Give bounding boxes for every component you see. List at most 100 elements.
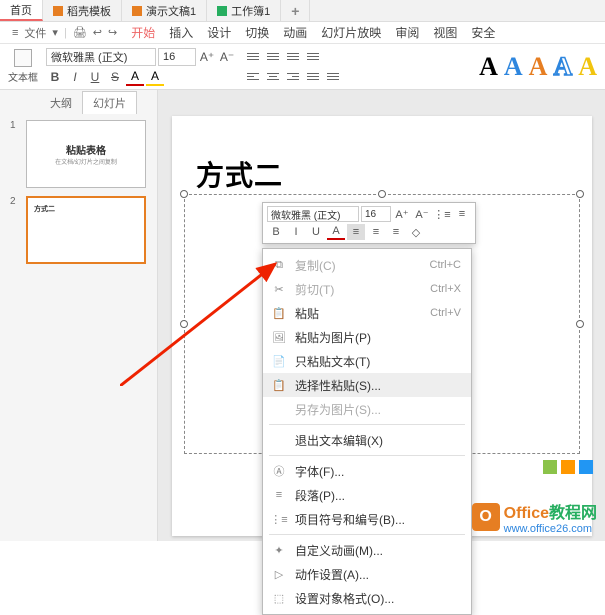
tab-template[interactable]: 稻壳模板	[43, 0, 122, 21]
ctx-font[interactable]: Ⓐ 字体(F)...	[263, 459, 471, 483]
indent-inc-button[interactable]	[304, 48, 322, 66]
menu-anim[interactable]: 动画	[283, 24, 307, 41]
mini-underline[interactable]: U	[307, 224, 325, 240]
font-name-select[interactable]: 微软雅黑 (正文)	[46, 48, 156, 66]
plus-icon: +	[291, 3, 299, 19]
highlight-button[interactable]: A	[146, 68, 164, 86]
textbox-button[interactable]: 文本框	[8, 49, 38, 84]
ctx-custom-anim[interactable]: ✦ 自定义动画(M)...	[263, 538, 471, 562]
mini-italic[interactable]: I	[287, 224, 305, 240]
menu-view[interactable]: 视图	[433, 24, 457, 41]
ctx-cut[interactable]: ✂ 剪切(T) Ctrl+X	[263, 277, 471, 301]
tab-template-label: 稻壳模板	[67, 3, 111, 19]
textbox-label: 文本框	[8, 69, 38, 84]
tool-icon-2[interactable]	[561, 460, 575, 474]
wordart-style-3[interactable]: A	[529, 52, 548, 82]
thumbnail-2[interactable]: 2 方式二	[10, 196, 147, 264]
presentation-icon	[132, 6, 142, 16]
font-size-select[interactable]: 16	[158, 48, 196, 66]
resize-handle-e[interactable]	[576, 320, 584, 328]
menu-start[interactable]: 开始	[131, 24, 155, 41]
anim-icon: ✦	[271, 542, 287, 558]
mini-bold[interactable]: B	[267, 224, 285, 240]
ctx-save-as-pic-label: 另存为图片(S)...	[295, 401, 461, 418]
mini-font-size[interactable]: 16	[361, 206, 391, 222]
numbering-button[interactable]	[264, 48, 282, 66]
ctx-exit-edit[interactable]: 退出文本编辑(X)	[263, 428, 471, 452]
ctx-font-label: 字体(F)...	[295, 463, 461, 480]
slides-tab[interactable]: 幻灯片	[82, 91, 137, 114]
tab-home[interactable]: 首页	[0, 0, 43, 21]
resize-handle-ne[interactable]	[576, 190, 584, 198]
ctx-paste-text[interactable]: 📄 只粘贴文本(T)	[263, 349, 471, 373]
ctx-save-as-pic[interactable]: 另存为图片(S)...	[263, 397, 471, 421]
underline-button[interactable]: U	[86, 68, 104, 86]
ctx-paragraph[interactable]: ≡ 段落(P)...	[263, 483, 471, 507]
menu-insert[interactable]: 插入	[169, 24, 193, 41]
wordart-style-1[interactable]: A	[479, 52, 498, 82]
ctx-paragraph-label: 段落(P)...	[295, 487, 461, 504]
wordart-style-5[interactable]: A	[578, 52, 597, 82]
italic-button[interactable]: I	[66, 68, 84, 86]
menu-security[interactable]: 安全	[471, 24, 495, 41]
ctx-format[interactable]: ⬚ 设置对象格式(O)...	[263, 586, 471, 610]
watermark-brand: Office教程网	[504, 499, 597, 523]
mini-font-name-value: 微软雅黑 (正文)	[271, 207, 340, 222]
resize-handle-w[interactable]	[180, 320, 188, 328]
menu-slideshow[interactable]: 幻灯片放映	[321, 24, 381, 41]
align-left-button[interactable]	[244, 68, 262, 86]
menu-review[interactable]: 审阅	[395, 24, 419, 41]
tab-presentation[interactable]: 演示文稿1	[122, 0, 207, 21]
wordart-style-4[interactable]: A	[553, 52, 572, 82]
ctx-paste-pic[interactable]: 🖼 粘贴为图片(P)	[263, 325, 471, 349]
resize-handle-n[interactable]	[378, 190, 386, 198]
tab-add[interactable]: +	[281, 0, 310, 21]
decrease-font-button[interactable]: A⁻	[218, 48, 236, 66]
menu-transition[interactable]: 切换	[245, 24, 269, 41]
font-color-button[interactable]: A	[126, 68, 144, 86]
menu-design[interactable]: 设计	[207, 24, 231, 41]
ctx-bullets[interactable]: ⋮≡ 项目符号和编号(B)...	[263, 507, 471, 531]
line-spacing-button[interactable]	[324, 68, 342, 86]
ctx-separator-1	[269, 424, 465, 425]
resize-handle-nw[interactable]	[180, 190, 188, 198]
tool-icon-3[interactable]	[579, 460, 593, 474]
ctx-action[interactable]: ▷ 动作设置(A)...	[263, 562, 471, 586]
mini-font-color[interactable]: A	[327, 224, 345, 240]
mini-decrease-font[interactable]: A⁻	[413, 206, 431, 222]
mini-font-name[interactable]: 微软雅黑 (正文)	[267, 206, 359, 222]
indent-dec-button[interactable]	[284, 48, 302, 66]
align-justify-button[interactable]	[304, 68, 322, 86]
tab-workbook[interactable]: 工作簿1	[207, 0, 281, 21]
bold-button[interactable]: B	[46, 68, 64, 86]
watermark-logo: O	[472, 503, 500, 531]
bullets-icon: ⋮≡	[271, 511, 287, 527]
bullets-button[interactable]	[244, 48, 262, 66]
font-size-value: 16	[163, 51, 175, 63]
align-center-button[interactable]	[264, 68, 282, 86]
ctx-copy[interactable]: ⧉ 复制(C) Ctrl+C	[263, 253, 471, 277]
exit-edit-icon	[271, 432, 287, 448]
mini-align-center[interactable]: ≡	[367, 224, 385, 240]
ctx-copy-shortcut: Ctrl+C	[430, 259, 461, 271]
strike-button[interactable]: S	[106, 68, 124, 86]
increase-font-button[interactable]: A⁺	[198, 48, 216, 66]
wordart-style-2[interactable]: A	[504, 52, 523, 82]
mini-increase-font[interactable]: A⁺	[393, 206, 411, 222]
thumbnail-1[interactable]: 1 粘贴表格 在文档/幻灯片之间复制	[10, 120, 147, 188]
outline-tab[interactable]: 大纲	[40, 92, 82, 114]
workbook-icon	[217, 6, 227, 16]
thumb-1-preview: 粘贴表格 在文档/幻灯片之间复制	[26, 120, 146, 188]
mini-align-left[interactable]: ≡	[347, 224, 365, 240]
ctx-paste[interactable]: 📋 粘贴 Ctrl+V	[263, 301, 471, 325]
ctx-paste-label: 粘贴	[295, 305, 422, 322]
file-menu[interactable]: ≡文件▾ | 🖨↩↪	[12, 25, 117, 41]
tool-icon-1[interactable]	[543, 460, 557, 474]
align-right-button[interactable]	[284, 68, 302, 86]
mini-fill-color[interactable]: ◇	[407, 224, 425, 240]
wordart-gallery: A A A A A	[479, 52, 597, 82]
mini-numbering[interactable]: ≡	[453, 206, 471, 222]
mini-align-right[interactable]: ≡	[387, 224, 405, 240]
mini-bullets[interactable]: ⋮≡	[433, 206, 451, 222]
ctx-paste-special[interactable]: 📋 选择性粘贴(S)...	[263, 373, 471, 397]
